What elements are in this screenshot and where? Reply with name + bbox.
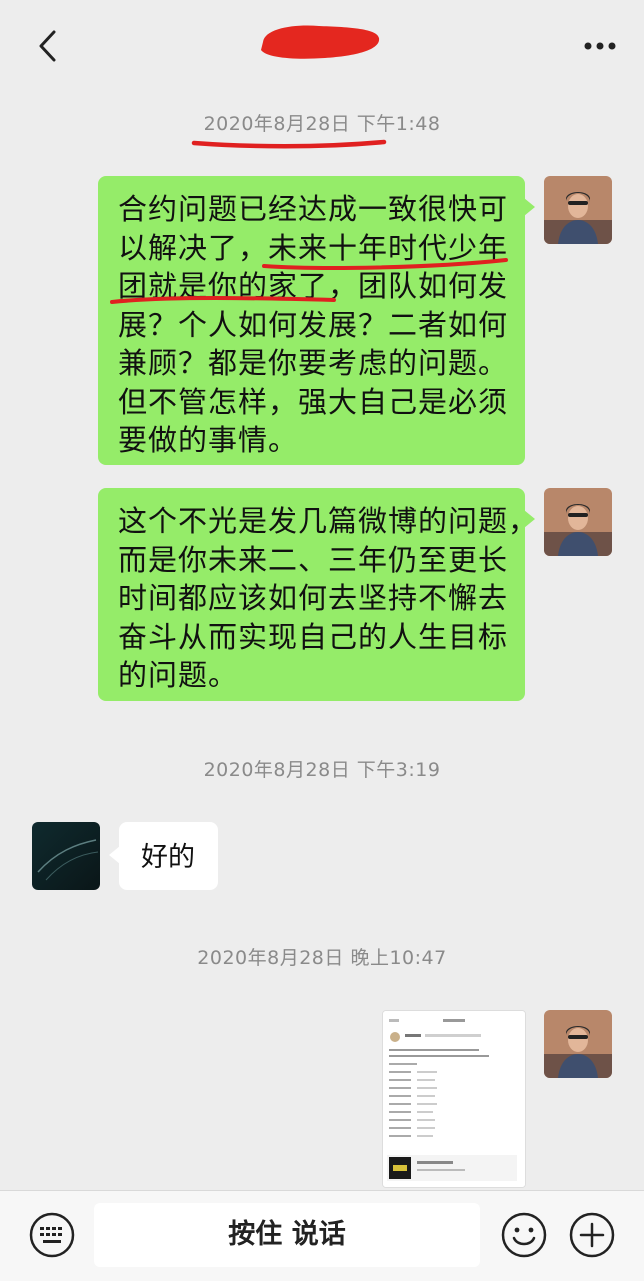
- message-line: 展？个人如何发展？二者如何: [118, 307, 509, 342]
- image-message[interactable]: [382, 1010, 526, 1188]
- avatar-image: [32, 822, 100, 890]
- message-line: 但不管怎样，强大自己是必须: [118, 384, 509, 419]
- chat-header: [0, 0, 644, 92]
- screenshot-thumbnail: [383, 1011, 525, 1187]
- message-line: 的问题。: [118, 658, 239, 692]
- more-button[interactable]: [576, 26, 624, 66]
- avatar-image: [544, 488, 612, 556]
- input-bar: 按住 说话: [0, 1190, 644, 1281]
- avatar[interactable]: [544, 488, 612, 556]
- redacted-contact-name: [261, 25, 380, 59]
- annotation-underline: [191, 139, 387, 149]
- timestamp: 2020年8月28日 下午3:19: [203, 759, 441, 781]
- hold-to-talk-button[interactable]: 按住 说话: [94, 1203, 480, 1267]
- message-line: 奋斗从而实现自己的人生目标: [118, 619, 509, 654]
- emoji-button[interactable]: [500, 1211, 548, 1259]
- avatar-image: [544, 1010, 612, 1078]
- message-line: 这个不光是发几篇微博的问题，: [118, 504, 539, 538]
- back-button[interactable]: [28, 22, 72, 70]
- emoji-icon: [501, 1212, 547, 1258]
- avatar[interactable]: [32, 822, 100, 890]
- more-dots-icon: [584, 42, 616, 50]
- timestamp: 2020年8月28日 晚上10:47: [197, 947, 447, 969]
- message-bubble-sent[interactable]: 合约问题已经达成一致很快可 以解决了，未来十年时代少年 团就是你的家了，团队如何…: [98, 176, 535, 465]
- annotation-underline: [110, 296, 336, 304]
- timestamp: 2020年8月28日 下午1:48: [203, 113, 441, 135]
- keyboard-toggle-button[interactable]: [28, 1211, 76, 1259]
- plus-icon: [569, 1212, 615, 1258]
- chevron-left-icon: [39, 30, 56, 62]
- annotation-underline: [262, 258, 508, 270]
- plus-button[interactable]: [568, 1211, 616, 1259]
- message-line: 合约问题已经达成一致很快可: [118, 192, 509, 226]
- keyboard-icon: [29, 1212, 75, 1258]
- avatar-image: [544, 176, 612, 244]
- message-bubble-sent[interactable]: 这个不光是发几篇微博的问题， 而是你未来二、三年仍至更长 时间都应该如何去坚持不…: [98, 488, 539, 701]
- message-line: 要做的事情。: [118, 423, 299, 457]
- message-line: 而是你未来二、三年仍至更长: [118, 542, 509, 577]
- message-bubble-received[interactable]: 好的: [109, 822, 218, 890]
- message-line: 时间都应该如何去坚持不懈去: [118, 581, 509, 615]
- message-line: 兼顾？都是你要考虑的问题。: [118, 346, 509, 380]
- avatar[interactable]: [544, 176, 612, 244]
- avatar[interactable]: [544, 1010, 612, 1078]
